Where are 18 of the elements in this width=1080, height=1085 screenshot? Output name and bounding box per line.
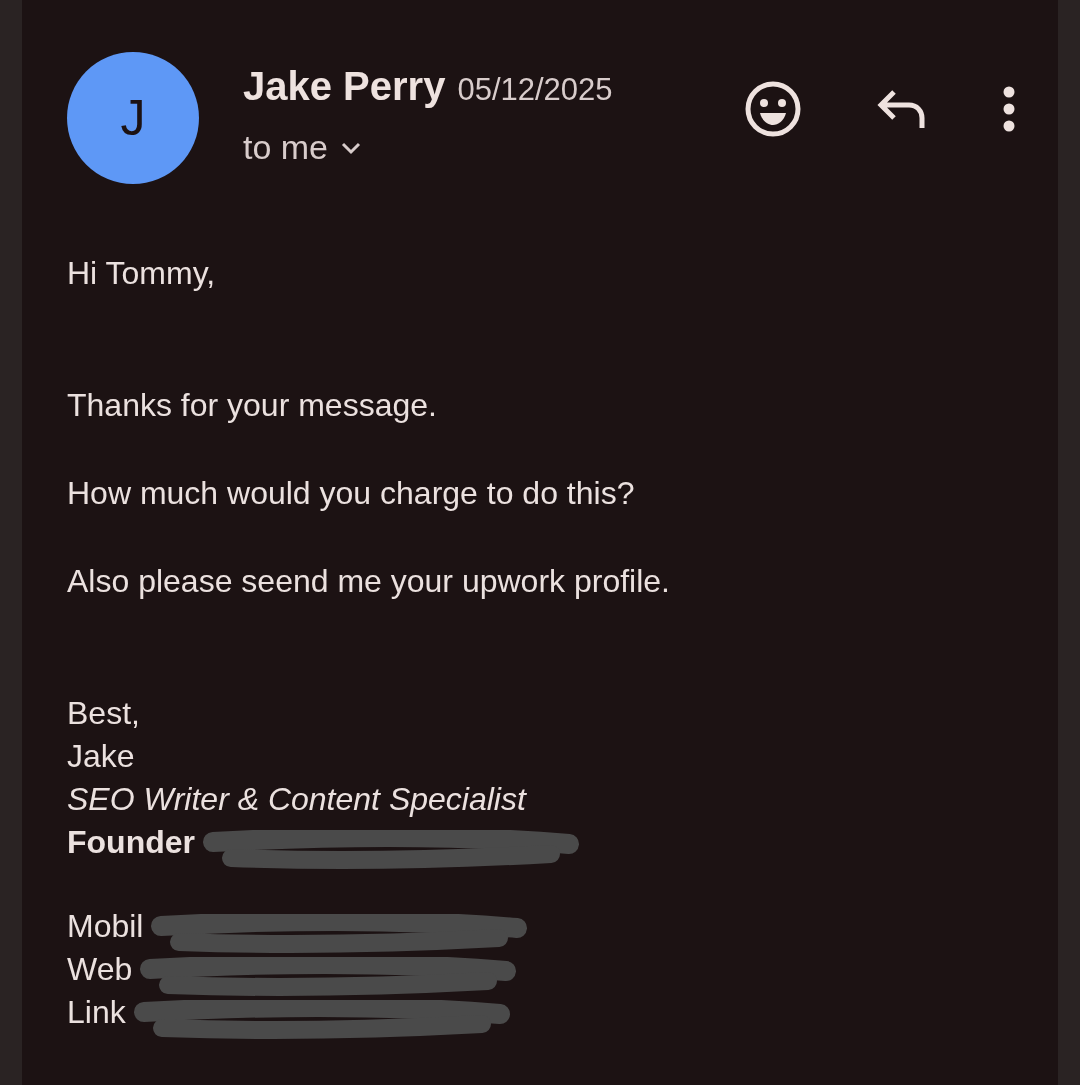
more-options-icon[interactable] [1002,86,1016,132]
signature-line: Mobil [67,907,144,946]
date-text: 05/12/2025 [457,71,613,109]
signature-line: Web [67,950,133,989]
signature-line: Link [67,993,126,1032]
signature-line: SEO Writer & Content Specialist [67,780,526,819]
message-paragraph: How much would you charge to do this? [67,474,635,513]
signature-line: Jake [67,737,135,776]
sender-name: Jake Perry [243,63,446,110]
message-paragraph: Thanks for your message. [67,386,437,425]
chevron-down-icon [340,140,363,155]
signature-line: Best, [67,694,140,733]
recipient-dropdown[interactable]: to me [243,122,613,173]
smiley-icon[interactable] [744,80,802,138]
signature-line: Founder [67,823,195,862]
message-paragraph: Also please seend me your upwork profile. [67,562,670,601]
reply-icon[interactable] [876,88,928,130]
message-paragraph: Hi Tommy, [67,254,216,293]
